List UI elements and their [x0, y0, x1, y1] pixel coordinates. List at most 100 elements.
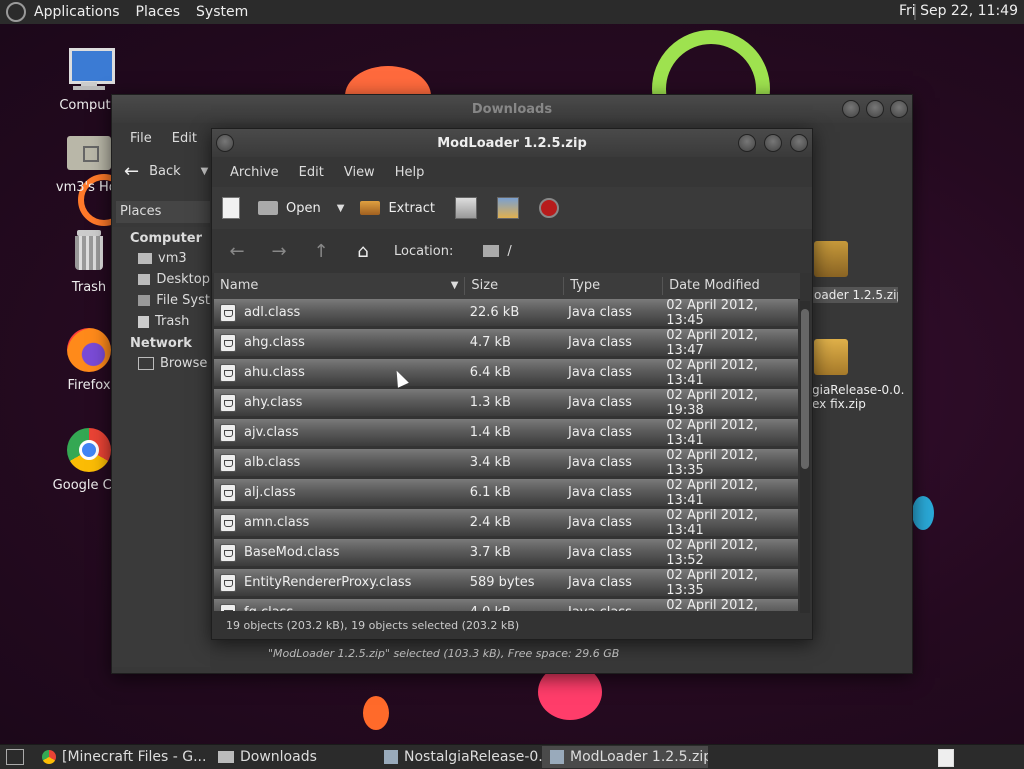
cell-size: 22.6 kB: [469, 305, 520, 320]
file-label: ex fix.zip: [812, 397, 866, 411]
table-row[interactable]: BaseMod.class 3.7 kB Java class 02 April 20…: [214, 537, 798, 568]
menu-file[interactable]: File: [120, 131, 162, 146]
stop-icon[interactable]: [539, 198, 559, 218]
column-type[interactable]: Type: [564, 277, 664, 295]
cell-name: ahy.class: [214, 393, 466, 412]
menu-help[interactable]: Help: [385, 165, 435, 180]
applications-menu[interactable]: Applications: [26, 4, 128, 20]
file-label: giaRelease-0.0.: [812, 383, 905, 397]
java-file-icon: [220, 393, 236, 412]
maximize-button[interactable]: [866, 100, 884, 118]
computer-icon: [65, 46, 115, 94]
folder-icon: [138, 274, 151, 285]
table-row[interactable]: fq.class4.0 kBJava class02 April 2012, 1…: [214, 598, 798, 611]
forward-arrow-icon[interactable]: →: [268, 241, 290, 262]
window-menu-button[interactable]: [216, 134, 234, 152]
cell-date: 02 April 2012, 19:38: [666, 387, 759, 418]
cell-type: Java class: [568, 515, 632, 530]
new-archive-icon[interactable]: [222, 197, 240, 219]
task-chrome[interactable]: [Minecraft Files - G...: [34, 746, 210, 768]
sidebar-item-trash[interactable]: Trash: [112, 311, 210, 332]
cell-type: Java class: [568, 575, 632, 590]
extract-button[interactable]: Extract: [360, 201, 435, 216]
add-files-icon[interactable]: [455, 197, 477, 219]
file-modloader-zip[interactable]: oader 1.2.5.zip: [812, 241, 912, 303]
back-button[interactable]: Back: [149, 164, 181, 179]
table-row[interactable]: ahy.class 1.3 kB Java class 02 April 2012, …: [214, 387, 798, 418]
cell-type: Java class: [568, 365, 632, 380]
home-icon[interactable]: ⌂: [352, 241, 374, 262]
cell-date: 02 April 2012, 13:52: [666, 537, 759, 568]
show-desktop-icon[interactable]: [6, 749, 24, 765]
add-folder-icon[interactable]: [497, 197, 519, 219]
cell-name: EntityRendererProxy.class: [214, 573, 466, 592]
up-arrow-icon[interactable]: ↑: [310, 241, 332, 262]
cell-name: alj.class: [214, 483, 466, 502]
open-folder-icon: [258, 201, 278, 215]
scrollbar-thumb[interactable]: [801, 309, 809, 469]
location-label: Location:: [394, 243, 454, 259]
sort-chevron-down-icon: ▼: [450, 280, 459, 291]
java-file-icon: [220, 603, 236, 611]
open-dropdown-chevron-icon[interactable]: ▼: [337, 203, 345, 214]
table-row[interactable]: adl.class 22.6 kB Java class 02 April 2012,…: [214, 299, 798, 328]
downloads-titlebar[interactable]: Downloads: [112, 95, 912, 123]
archive-icon: [814, 339, 848, 375]
cell-name: adl.class: [214, 303, 466, 322]
table-row[interactable]: ahg.class 4.7 kB Java class 02 April 2012, …: [214, 328, 798, 358]
cell-size: 4.7 kB: [469, 335, 511, 350]
column-size[interactable]: Size: [465, 277, 565, 295]
sidebar-item-browse-network[interactable]: Browse: [112, 353, 210, 374]
location-field[interactable]: /: [483, 244, 512, 259]
task-downloads[interactable]: Downloads: [210, 746, 376, 768]
sidebar-item-vm3[interactable]: vm3: [112, 248, 210, 269]
menu-edit[interactable]: Edit: [162, 131, 207, 146]
file-nostalgia-zip[interactable]: giaRelease-0.0. ex fix.zip: [812, 339, 912, 411]
clock[interactable]: Fri Sep 22, 11:49: [899, 3, 1018, 19]
window-title: Downloads: [471, 101, 553, 117]
distro-logo-icon[interactable]: [6, 2, 26, 22]
table-row[interactable]: ahu.class 6.4 kB Java class 02 April 2012, …: [214, 358, 798, 388]
window-title: ModLoader 1.2.5.zip: [437, 135, 587, 151]
desktop-icon-label: Compute: [59, 98, 119, 113]
sidebar-item-filesystem[interactable]: File Syst: [112, 290, 210, 311]
archive-icon: [550, 750, 564, 764]
table-row[interactable]: alb.class 3.4 kB Java class 02 April 2012, …: [214, 448, 798, 478]
vertical-scrollbar[interactable]: [800, 301, 810, 613]
archive-status: 19 objects (203.2 kB), 19 objects select…: [226, 619, 520, 632]
table-row[interactable]: amn.class 2.4 kB Java class 02 April 2012, …: [214, 508, 798, 538]
minimize-button[interactable]: [842, 100, 860, 118]
chevron-down-icon[interactable]: ▼: [201, 166, 209, 177]
system-menu[interactable]: System: [188, 4, 256, 20]
cell-name: BaseMod.class: [214, 543, 466, 562]
maximize-button[interactable]: [764, 134, 782, 152]
places-menu[interactable]: Places: [128, 4, 189, 20]
menu-view[interactable]: View: [334, 165, 385, 180]
task-nostalgia-archive[interactable]: NostalgiaRelease-0....: [376, 746, 542, 768]
close-button[interactable]: [890, 100, 908, 118]
menu-archive[interactable]: Archive: [220, 165, 289, 180]
sidebar-header-network: Network: [130, 336, 192, 351]
back-arrow-icon[interactable]: ←: [226, 241, 248, 262]
table-row[interactable]: EntityRendererProxy.class 589 bytes Java c…: [214, 567, 798, 598]
extract-icon: [360, 201, 381, 215]
sidebar-item-desktop[interactable]: Desktop: [112, 269, 210, 290]
column-date-modified[interactable]: Date Modified: [663, 277, 800, 295]
cell-date: 02 April 2012, 13:35: [666, 567, 759, 598]
minimize-button[interactable]: [738, 134, 756, 152]
workspace-switcher-icon[interactable]: [938, 749, 954, 767]
open-button[interactable]: Open: [258, 201, 321, 216]
close-button[interactable]: [790, 134, 808, 152]
drive-icon: [138, 295, 151, 306]
column-name[interactable]: Name ▼: [214, 277, 466, 295]
folder-icon: [218, 751, 234, 763]
table-row[interactable]: alj.class 6.1 kB Java class 02 April 2012, …: [214, 478, 798, 508]
trash-icon: [65, 228, 113, 276]
menu-edit[interactable]: Edit: [289, 165, 334, 180]
task-modloader-archive[interactable]: ModLoader 1.2.5.zip: [542, 746, 708, 768]
places-header[interactable]: Places: [116, 201, 210, 223]
archive-titlebar[interactable]: ModLoader 1.2.5.zip: [212, 129, 812, 157]
table-row[interactable]: ajv.class 1.4 kB Java class 02 April 2012, …: [214, 418, 798, 448]
archive-icon: [814, 241, 848, 277]
cell-date: 02 April 2012, 13:45: [666, 299, 759, 328]
